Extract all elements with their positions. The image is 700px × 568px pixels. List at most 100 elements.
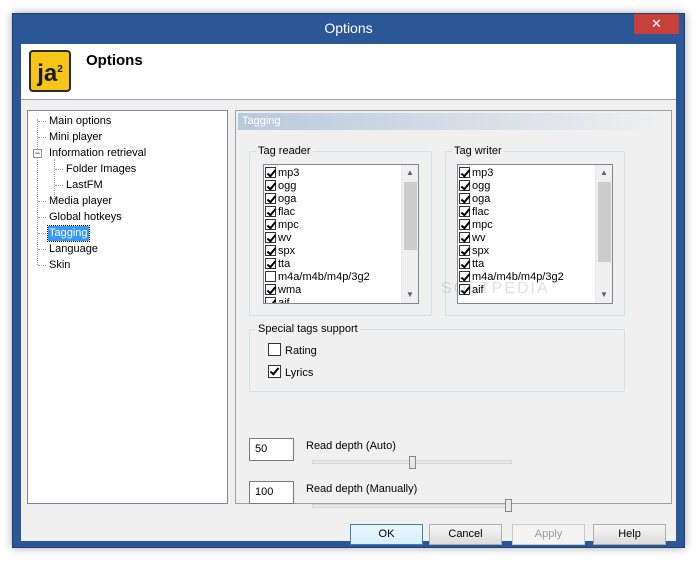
tag-reader-item-label: spx	[278, 245, 296, 257]
tag-reader-item[interactable]: oga	[265, 193, 296, 206]
checkbox-icon[interactable]	[265, 219, 276, 230]
checkbox-icon[interactable]	[459, 193, 470, 204]
scroll-thumb[interactable]	[404, 182, 417, 250]
tag-reader-item[interactable]: tta	[265, 258, 290, 271]
tag-reader-list[interactable]: mp3 ogg oga flac mpc wv spx tta m4a/m4b/m4p/3g2 w…	[263, 164, 419, 304]
tree-item-lastfm[interactable]: LastFM	[65, 178, 104, 193]
tree-line	[38, 265, 46, 266]
checkbox-icon[interactable]	[265, 180, 276, 191]
window-titlebar[interactable]: Options	[13, 14, 684, 44]
tag-reader-item-label: wv	[278, 232, 292, 244]
read-depth-manual-track[interactable]	[312, 504, 512, 508]
tag-writer-item[interactable]: ogg	[459, 180, 490, 193]
tag-reader-item[interactable]: wv	[265, 232, 291, 245]
checkbox-icon[interactable]	[265, 284, 276, 295]
tag-writer-item[interactable]: oga	[459, 193, 490, 206]
read-depth-manual-thumb[interactable]	[505, 499, 512, 512]
tag-reader-item-label: tta	[278, 258, 291, 270]
tree-item-mini-player[interactable]: Mini player	[48, 130, 103, 145]
tag-reader-item[interactable]: mp3	[265, 167, 299, 180]
tagging-panel: Tagging Tag reader mp3 ogg oga flac mpc wv spx…	[235, 110, 672, 512]
special-tags-label: Special tags support	[256, 322, 360, 336]
scroll-up-icon[interactable]: ▲	[596, 165, 612, 181]
tag-reader-item[interactable]: flac	[265, 206, 295, 219]
tag-reader-item-label: mp3	[278, 167, 300, 179]
checkbox-icon[interactable]	[265, 297, 276, 303]
checkbox-icon[interactable]	[265, 271, 276, 282]
tree-item-media-player[interactable]: Media player	[48, 194, 113, 209]
scroll-up-icon[interactable]: ▲	[402, 165, 418, 181]
checkbox-icon[interactable]	[265, 232, 276, 243]
tag-reader-item-label: flac	[278, 206, 296, 218]
tree-item-main-options[interactable]: Main options	[48, 114, 112, 129]
tag-writer-scrollbar[interactable]: ▲ ▼	[595, 165, 612, 303]
tree-item-tagging[interactable]: Tagging	[47, 225, 90, 242]
read-depth-manual-label: Read depth (Manually)	[306, 483, 418, 495]
checkbox-icon[interactable]	[265, 245, 276, 256]
options-window: Options ✕ ja2 Options Main options Mini …	[12, 13, 685, 548]
ok-button[interactable]: OK	[350, 524, 423, 545]
checkbox-icon[interactable]	[459, 219, 470, 230]
tag-reader-item[interactable]: m4a/m4b/m4p/3g2	[265, 271, 370, 284]
tree-line	[38, 233, 46, 234]
tag-writer-item[interactable]: mp3	[459, 167, 493, 180]
tree-item-skin[interactable]: Skin	[48, 258, 71, 273]
checkbox-icon[interactable]	[459, 206, 470, 217]
tag-writer-item-label: mp3	[472, 167, 494, 179]
checkbox-icon[interactable]	[459, 180, 470, 191]
tree-item-folder-images[interactable]: Folder Images	[65, 162, 137, 177]
tag-reader-item-label: oga	[278, 193, 297, 205]
checkbox-icon[interactable]	[459, 167, 470, 178]
checkbox-icon[interactable]	[459, 245, 470, 256]
tag-reader-item[interactable]: spx	[265, 245, 295, 258]
checkbox-icon[interactable]	[265, 258, 276, 269]
scroll-down-icon[interactable]: ▼	[596, 287, 612, 303]
tree-item-language[interactable]: Language	[48, 242, 99, 257]
help-button[interactable]: Help	[593, 524, 666, 545]
tree-line	[38, 137, 46, 138]
cancel-button[interactable]: Cancel	[429, 524, 502, 545]
tag-writer-item-label: oga	[472, 193, 491, 205]
tag-writer-item[interactable]: wv	[459, 232, 485, 245]
tag-writer-item[interactable]: tta	[459, 258, 484, 271]
dialog-client: ja2 Options Main options Mini player − I…	[21, 44, 676, 545]
tag-writer-item[interactable]: flac	[459, 206, 489, 219]
checkbox-icon[interactable]	[265, 167, 276, 178]
checkbox-icon[interactable]	[459, 258, 470, 269]
checkbox-icon[interactable]	[459, 232, 470, 243]
read-depth-auto-input[interactable]: 50	[249, 438, 294, 461]
close-icon: ✕	[651, 16, 662, 31]
rating-check-icon	[268, 343, 281, 356]
apply-button[interactable]: Apply	[512, 524, 585, 545]
tag-reader-scrollbar[interactable]: ▲ ▼	[401, 165, 418, 303]
tag-reader-item[interactable]: mpc	[265, 219, 299, 232]
tag-reader-item[interactable]: wma	[265, 284, 301, 297]
tag-reader-item-label: aif	[278, 297, 290, 304]
collapse-icon[interactable]: −	[33, 149, 42, 158]
close-button[interactable]: ✕	[634, 14, 679, 34]
tag-writer-item[interactable]: spx	[459, 245, 489, 258]
tag-reader-item[interactable]: ogg	[265, 180, 296, 193]
checkbox-icon[interactable]	[265, 206, 276, 217]
tree-line	[38, 121, 46, 122]
checkbox-icon[interactable]	[265, 193, 276, 204]
tag-writer-item[interactable]: mpc	[459, 219, 493, 232]
scroll-down-icon[interactable]: ▼	[402, 287, 418, 303]
app-logo: ja2	[29, 50, 71, 92]
tree-line	[37, 119, 38, 265]
tree-line	[55, 169, 63, 170]
tag-reader-item-label: wma	[278, 284, 302, 296]
scroll-thumb[interactable]	[598, 182, 611, 262]
tag-writer-item-label: wv	[472, 232, 486, 244]
rating-checkbox[interactable]: Rating	[268, 343, 317, 358]
tree-line	[38, 217, 46, 218]
read-depth-manual-input[interactable]: 100	[249, 481, 294, 504]
tree-item-information-retrieval[interactable]: Information retrieval	[48, 146, 147, 161]
tag-reader-item-label: ogg	[278, 180, 297, 192]
tag-reader-item[interactable]: aif	[265, 297, 290, 304]
lyrics-checkbox[interactable]: Lyrics	[268, 365, 313, 380]
tag-writer-item-label: flac	[472, 206, 490, 218]
read-depth-auto-thumb[interactable]	[409, 456, 416, 469]
tree-item-global-hotkeys[interactable]: Global hotkeys	[48, 210, 123, 225]
special-tags-group: Special tags support Rating Lyrics	[249, 322, 625, 392]
